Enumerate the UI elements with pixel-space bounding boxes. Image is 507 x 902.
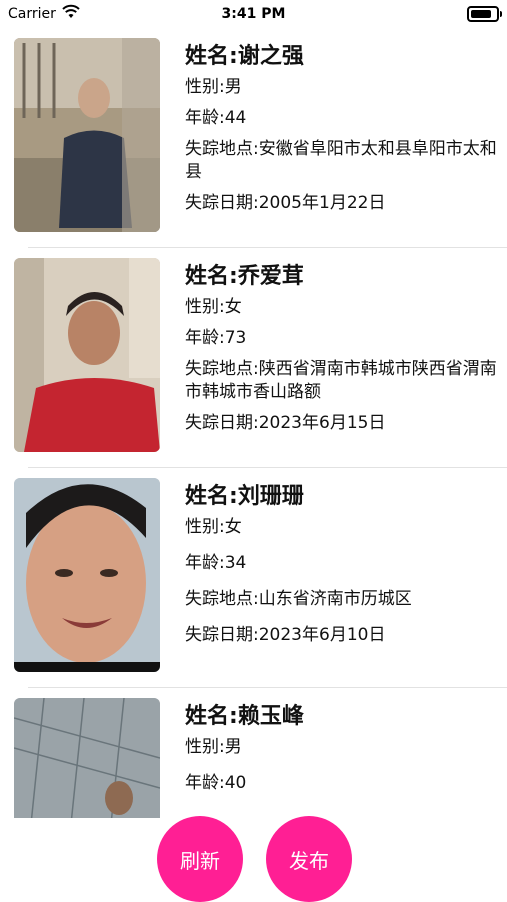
person-date: 失踪日期:2005年1月22日 bbox=[185, 193, 386, 213]
person-info: 姓名:乔爱茸 性别:女 年龄:73 失踪地点:陕西省渭南市韩城市陕西省渭南市韩城… bbox=[185, 262, 500, 443]
person-info: 姓名:刘珊珊 性别:女 年龄:34 失踪地点:山东省济南市历城区 失踪日期:20… bbox=[185, 482, 500, 660]
person-location: 失踪地点:安徽省阜阳市太和县阜阳市太和县 bbox=[185, 139, 497, 182]
person-gender: 性别:女 bbox=[185, 517, 242, 537]
person-photo bbox=[14, 698, 160, 818]
person-name: 姓名:乔爱茸 bbox=[185, 264, 304, 289]
publish-button[interactable]: 发布 bbox=[266, 816, 352, 902]
person-location: 失踪地点:山东省济南市历城区 bbox=[185, 589, 412, 609]
list-item[interactable]: 姓名:乔爱茸 性别:女 年龄:73 失踪地点:陕西省渭南市韩城市陕西省渭南市韩城… bbox=[0, 248, 507, 468]
person-name: 姓名:赖玉峰 bbox=[185, 704, 304, 729]
clock: 3:41 PM bbox=[221, 6, 286, 22]
list-item[interactable]: 姓名:谢之强 性别:男 年龄:44 失踪地点:安徽省阜阳市太和县阜阳市太和县 失… bbox=[0, 28, 507, 248]
person-info: 姓名:谢之强 性别:男 年龄:44 失踪地点:安徽省阜阳市太和县阜阳市太和县 失… bbox=[185, 42, 500, 223]
person-gender: 性别:男 bbox=[185, 737, 242, 757]
person-date: 失踪日期:2023年6月10日 bbox=[185, 625, 386, 645]
person-age: 年龄:34 bbox=[185, 553, 247, 573]
person-info: 姓名:赖玉峰 性别:男 年龄:40 bbox=[185, 702, 500, 808]
person-location: 失踪地点:陕西省渭南市韩城市陕西省渭南市韩城市香山路额 bbox=[185, 359, 497, 402]
person-photo bbox=[14, 478, 160, 672]
missing-person-list[interactable]: 姓名:谢之强 性别:男 年龄:44 失踪地点:安徽省阜阳市太和县阜阳市太和县 失… bbox=[0, 28, 507, 818]
person-age: 年龄:73 bbox=[185, 328, 247, 348]
refresh-button[interactable]: 刷新 bbox=[157, 816, 243, 902]
person-gender: 性别:女 bbox=[185, 297, 242, 317]
person-photo bbox=[14, 38, 160, 232]
list-item[interactable]: 姓名:刘珊珊 性别:女 年龄:34 失踪地点:山东省济南市历城区 失踪日期:20… bbox=[0, 468, 507, 688]
person-age: 年龄:44 bbox=[185, 108, 247, 128]
person-gender: 性别:男 bbox=[185, 77, 242, 97]
person-name: 姓名:谢之强 bbox=[185, 44, 304, 69]
battery-icon bbox=[467, 6, 502, 22]
status-bar: Carrier 3:41 PM bbox=[0, 0, 507, 28]
person-age: 年龄:40 bbox=[185, 773, 247, 793]
person-photo bbox=[14, 258, 160, 452]
person-name: 姓名:刘珊珊 bbox=[185, 484, 304, 509]
list-item[interactable]: 姓名:赖玉峰 性别:男 年龄:40 bbox=[0, 688, 507, 818]
person-date: 失踪日期:2023年6月15日 bbox=[185, 413, 386, 433]
